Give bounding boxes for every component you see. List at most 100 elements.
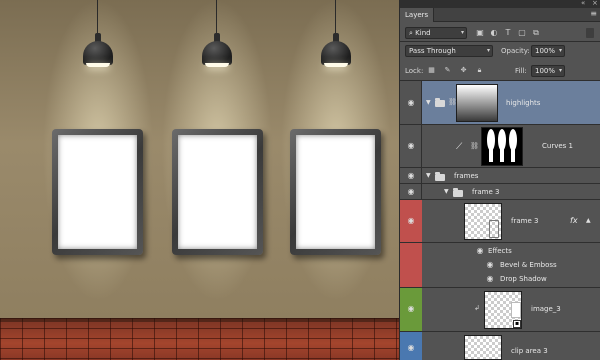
close-panel-icon[interactable]: ×	[592, 0, 598, 7]
divider	[400, 41, 600, 42]
layer-thumbnail[interactable]	[464, 335, 502, 360]
opacity-input[interactable]: 100% ▾	[531, 45, 565, 57]
clipping-arrow-icon: ↲	[474, 304, 480, 312]
visibility-column: ◉	[400, 184, 422, 199]
eye-icon[interactable]: ◉	[475, 247, 485, 255]
layers-list: ◉ ▼ ⛓ highlights ◉ ⟋ ⛓ Curves 1 ◉ ▼ fram…	[400, 81, 600, 360]
lamp-shade	[202, 41, 232, 65]
tab-layers[interactable]: Layers	[400, 8, 435, 22]
eye-icon[interactable]: ◉	[406, 99, 416, 107]
lamp-shade	[321, 41, 351, 65]
opacity-label: Opacity:	[501, 47, 530, 55]
thumbnail-frame-shape	[489, 220, 499, 238]
effect-name: Bevel & Emboss	[500, 261, 557, 269]
layer-row-curves[interactable]: ◉ ⟋ ⛓ Curves 1	[400, 125, 600, 168]
type-filter-icon[interactable]: T	[503, 28, 513, 38]
collapse-effects-triangle-icon[interactable]: ▲	[586, 217, 591, 224]
smart-object-filter-icon[interactable]: ⧉	[531, 28, 541, 38]
layers-panel: « × Layers ≡ ⌕ Kind ▾ ▣ ◐ T ▢ ⧉ Pass Thro…	[399, 0, 600, 360]
collapse-panel-icon[interactable]: «	[581, 0, 585, 7]
layer-color-tag	[400, 243, 422, 258]
lamp-cord	[97, 0, 98, 34]
panel-title-strip: « ×	[400, 0, 600, 8]
layer-color-tag	[400, 272, 422, 287]
layer-name: clip area 3	[511, 347, 548, 355]
lamp-shade	[83, 41, 113, 65]
folder-icon	[453, 188, 463, 197]
lamp-bulb	[86, 63, 110, 67]
layer-mask-thumbnail[interactable]	[456, 84, 498, 122]
layer-color-tag	[400, 258, 422, 272]
expand-triangle-icon[interactable]: ▼	[444, 188, 449, 195]
effects-label: Effects	[488, 247, 512, 255]
layer-name: frame 3	[511, 217, 539, 225]
lock-all-icon[interactable]: 🔒︎	[475, 66, 484, 75]
eye-icon[interactable]: ◉	[406, 188, 416, 196]
layer-name: Curves 1	[542, 142, 573, 150]
picture-frame	[172, 129, 263, 255]
layer-thumbnail[interactable]: ▪	[484, 291, 522, 329]
effect-row-drop-shadow[interactable]: ◉ Drop Shadow	[400, 272, 600, 288]
blend-mode-value: Pass Through	[409, 47, 456, 55]
pendant-lamp	[83, 33, 113, 67]
eye-icon[interactable]: ◉	[485, 275, 495, 283]
folder-icon	[435, 98, 445, 107]
filter-toggle-switch[interactable]	[586, 28, 594, 38]
fill-label: Fill:	[515, 67, 527, 75]
brick-floor	[0, 318, 399, 360]
lock-transparent-icon[interactable]: ▦	[427, 66, 436, 75]
visibility-column: ◉	[400, 168, 422, 183]
layer-mask-thumbnail[interactable]	[481, 127, 523, 166]
lock-paint-icon[interactable]: ✎	[443, 66, 452, 75]
frame-blank-image	[178, 135, 257, 249]
expand-triangle-icon[interactable]: ▼	[426, 99, 431, 106]
layer-name: frames	[454, 172, 479, 180]
image-filter-icon[interactable]: ▣	[475, 28, 485, 38]
adjustment-filter-icon[interactable]: ◐	[489, 28, 499, 38]
lock-label: Lock:	[405, 67, 424, 75]
eye-icon[interactable]: ◉	[406, 217, 416, 225]
eye-icon[interactable]: ◉	[406, 305, 416, 313]
effect-name: Drop Shadow	[500, 275, 547, 283]
layer-row-frames[interactable]: ◉ ▼ frames	[400, 168, 600, 184]
chevron-down-icon: ▾	[486, 47, 490, 54]
frame-blank-image	[58, 135, 137, 249]
layer-row-frame-3-group[interactable]: ◉ ▼ frame 3	[400, 184, 600, 200]
lock-position-icon[interactable]: ✥	[459, 66, 468, 75]
eye-icon[interactable]: ◉	[485, 261, 495, 269]
curves-adjustment-icon[interactable]: ⟋	[456, 142, 462, 152]
frame-blank-image	[296, 135, 375, 249]
lamp-cord	[216, 0, 217, 34]
blend-mode-dropdown[interactable]: Pass Through ▾	[405, 45, 493, 57]
effects-row[interactable]: ◉ Effects	[400, 243, 600, 258]
filter-kind-dropdown[interactable]: ⌕ Kind ▾	[405, 27, 467, 39]
lamp-bulb	[205, 63, 229, 67]
eye-icon[interactable]: ◉	[406, 172, 416, 180]
folder-icon	[435, 172, 445, 181]
lamp-cord	[335, 0, 336, 34]
layer-row-frame-3[interactable]: ◉ frame 3 fx ▲	[400, 200, 600, 243]
layer-thumbnail[interactable]	[464, 203, 502, 240]
shape-filter-icon[interactable]: ▢	[517, 28, 527, 38]
fill-input[interactable]: 100% ▾	[531, 65, 565, 77]
layer-row-image-3[interactable]: ◉ ↲ ▪ image_3	[400, 288, 600, 332]
visibility-column: ◉	[400, 125, 422, 167]
effect-row-bevel[interactable]: ◉ Bevel & Emboss	[400, 258, 600, 272]
layer-name: highlights	[506, 99, 541, 107]
chevron-down-icon: ▾	[558, 47, 562, 54]
document-canvas[interactable]	[0, 0, 399, 360]
layer-row-clip-area-3[interactable]: ◉ clip area 3	[400, 332, 600, 360]
fill-value: 100%	[535, 67, 556, 75]
chevron-down-icon: ▾	[558, 67, 562, 74]
eye-icon[interactable]: ◉	[406, 142, 416, 150]
layer-row-highlights[interactable]: ◉ ▼ ⛓ highlights	[400, 81, 600, 125]
filter-kind-label: Kind	[415, 29, 431, 37]
panel-menu-icon[interactable]: ≡	[590, 9, 597, 18]
eye-icon[interactable]: ◉	[406, 344, 416, 352]
pendant-lamp	[202, 33, 232, 67]
fx-badge[interactable]: fx	[570, 216, 578, 225]
lamp-bulb	[324, 63, 348, 67]
expand-triangle-icon[interactable]: ▼	[426, 172, 431, 179]
mask-link-icon[interactable]: ⛓	[470, 142, 479, 150]
layer-name: image_3	[531, 305, 561, 313]
